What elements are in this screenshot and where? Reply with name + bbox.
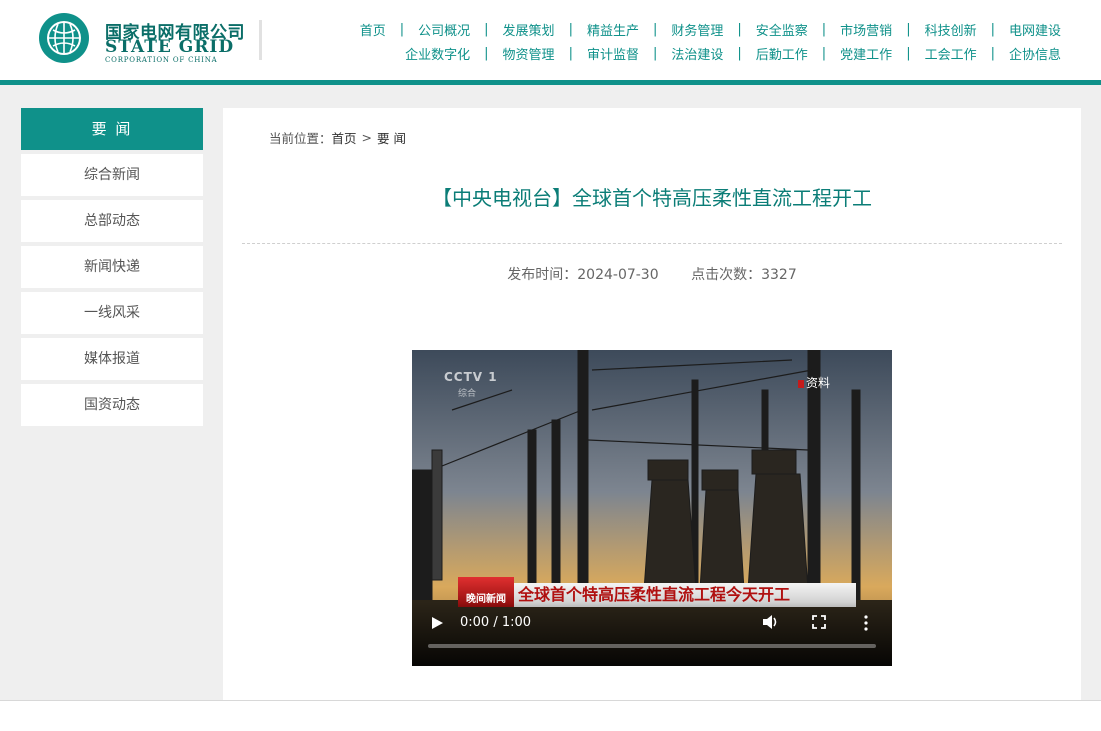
archive-badge: 资料 [797,374,830,391]
brand-name-en-sub: CORPORATION OF CHINA [105,56,218,64]
video-time: 0:00 / 1:00 [460,615,532,630]
nav-separator: | [568,46,573,61]
nav-item-safety[interactable]: 安全监察 [756,20,808,39]
nav-separator: | [484,46,489,61]
play-icon[interactable] [430,616,444,630]
archive-badge-text: 资料 [805,376,830,390]
channel-sub: 综合 [458,389,477,399]
badge-marker-icon [797,379,804,388]
nav-separator: | [652,22,658,37]
sidebar-item-sasac-updates[interactable]: 国资动态 [21,384,203,426]
nav-separator: | [906,46,911,61]
breadcrumb-arrow: > [361,130,373,145]
nav-item-legal[interactable]: 法治建设 [671,44,723,63]
site-logo[interactable]: 国家电网有限公司 STATE GRID CORPORATION OF CHINA [38,12,245,70]
video-player[interactable]: CCTV 1 综合 资料 晚间新闻 全球首个特高压柔性直流工程今天开工 0:00… [412,350,892,666]
nav-separator: | [737,22,742,37]
state-grid-logo-icon [39,13,89,63]
sidebar-item-hq-updates[interactable]: 总部动态 [21,200,203,242]
view-count: 点击次数：3327 [691,267,797,283]
nav-item-innovation[interactable]: 科技创新 [925,20,977,39]
article-title: 【中央电视台】全球首个特高压柔性直流工程开工 [432,186,872,210]
breadcrumb-home-link[interactable]: 首页 [332,128,357,147]
nav-item-finance[interactable]: 财务管理 [671,20,723,39]
nav-item-lean-production[interactable]: 精益生产 [587,20,639,39]
volume-icon[interactable] [762,614,780,630]
sidebar-item-frontline[interactable]: 一线风采 [21,292,203,334]
nav-item-enterprise-association[interactable]: 企协信息 [1009,44,1061,63]
article-meta: 发布时间：2024-07-30 点击次数：3327 [223,264,1081,284]
breadcrumb: 当前位置： 首页 > 要 闻 [269,128,406,147]
nav-item-grid-construction[interactable]: 电网建设 [1009,20,1061,39]
sidebar: 要 闻 综合新闻 总部动态 新闻快递 一线风采 媒体报道 国资动态 [21,108,203,426]
breadcrumb-label: 当前位置： [269,131,332,146]
nav-separator: | [484,22,489,37]
fullscreen-icon[interactable] [812,615,826,629]
video-progress-bar[interactable] [428,644,876,648]
header-accent-bar [0,80,1101,85]
page-footer [0,701,1101,731]
channel-logo: CCTV 1 [444,370,498,384]
nav-separator: | [652,46,658,61]
site-header: 国家电网有限公司 STATE GRID CORPORATION OF CHINA… [0,0,1101,80]
nav-item-company-overview[interactable]: 公司概况 [418,20,470,39]
breadcrumb-current[interactable]: 要 闻 [377,128,406,147]
sidebar-item-media-reports[interactable]: 媒体报道 [21,338,203,380]
publish-time: 发布时间：2024-07-30 [507,267,659,283]
nav-item-home[interactable]: 首页 [360,20,386,39]
sidebar-item-general-news[interactable]: 综合新闻 [21,154,203,196]
nav-separator: | [568,22,573,37]
nav-item-development-planning[interactable]: 发展策划 [503,20,555,39]
nav-separator: | [906,22,911,37]
sidebar-title: 要 闻 [21,108,203,150]
sidebar-item-news-express[interactable]: 新闻快递 [21,246,203,288]
nav-item-union[interactable]: 工会工作 [925,44,977,63]
nav-separator: | [737,46,742,61]
nav-separator: | [990,22,995,37]
brand-name-en: STATE GRID [105,37,235,57]
video-controls: 0:00 / 1:00 [412,602,892,666]
logo-divider [259,20,262,60]
nav-item-materials[interactable]: 物资管理 [503,44,555,63]
nav-separator: | [399,22,405,37]
article-panel: 当前位置： 首页 > 要 闻 【中央电视台】全球首个特高压柔性直流工程开工 发布… [223,108,1081,700]
nav-separator: | [990,46,995,61]
main-nav-row-2: 企业数字化 | 物资管理 | 审计监督 | 法治建设 | 后勤工作 | 党建工作… [405,44,1061,63]
more-options-icon[interactable] [863,615,869,631]
main-nav-row-1: 首页 | 公司概况 | 发展策划 | 精益生产 | 财务管理 | 安全监察 | … [360,20,1061,39]
nav-separator: | [821,22,827,37]
nav-item-digitalization[interactable]: 企业数字化 [405,44,470,63]
nav-item-marketing[interactable]: 市场营销 [840,20,892,39]
title-divider [242,243,1062,244]
nav-item-audit[interactable]: 审计监督 [587,44,639,63]
nav-item-party-building[interactable]: 党建工作 [840,44,892,63]
nav-separator: | [821,46,827,61]
nav-item-logistics[interactable]: 后勤工作 [756,44,808,63]
